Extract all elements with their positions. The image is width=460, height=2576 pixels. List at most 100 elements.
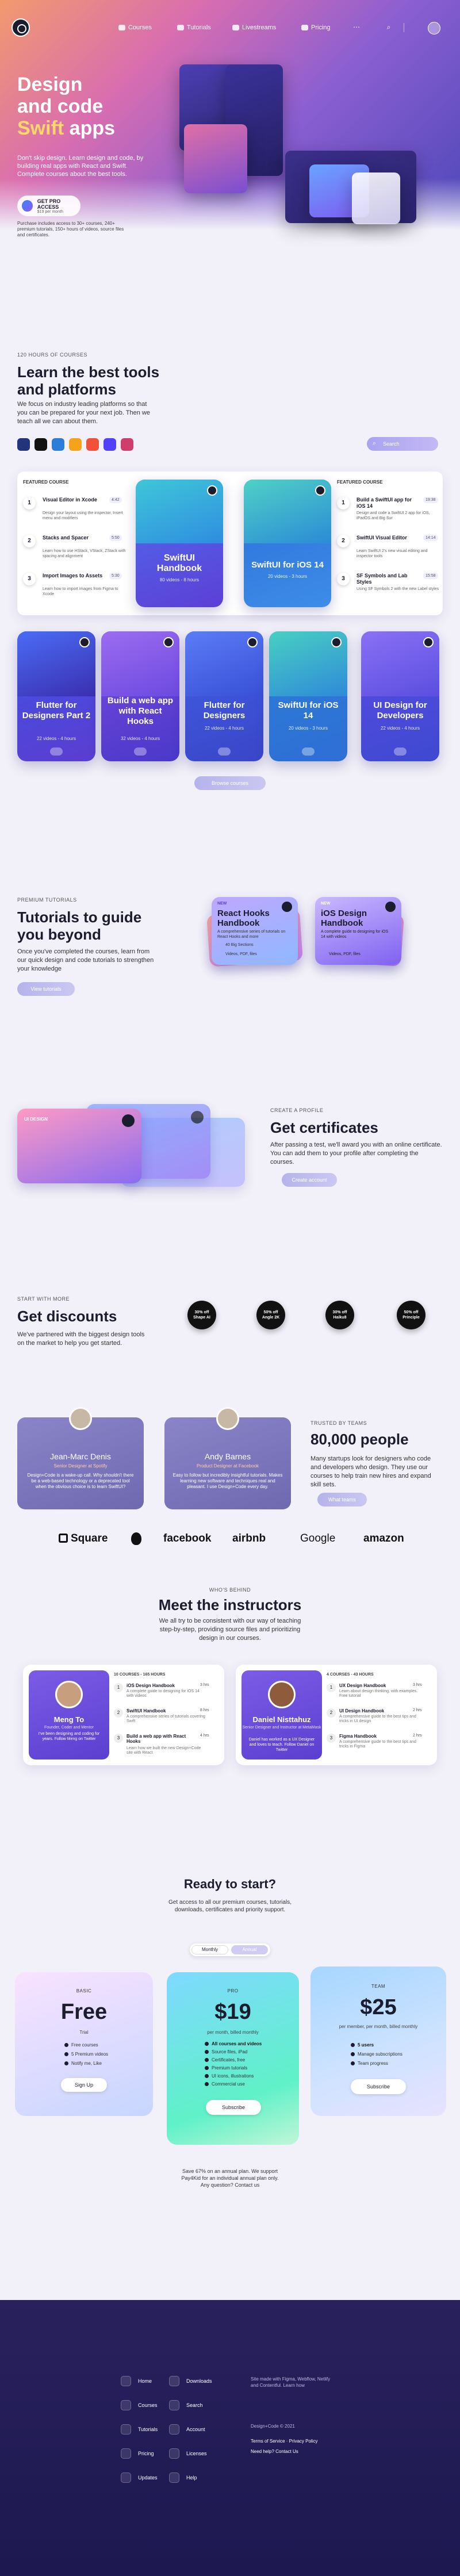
licenses-icon: [169, 2448, 179, 2459]
what-teams-button[interactable]: What teams: [317, 1493, 367, 1506]
tutorial-card-react-hooks[interactable]: NEW React Hooks Handbook A comprehensive…: [212, 897, 298, 965]
pricing-title: Ready to start?: [183, 1877, 277, 1891]
check-icon: [64, 2043, 68, 2047]
view-tutorials-button[interactable]: View tutorials: [17, 982, 75, 996]
discount-badge[interactable]: 50% off Angle 2K: [256, 1301, 285, 1329]
course-card-swiftui-ios14-b[interactable]: SwiftUI for iOS 14 20 videos - 3 hours: [269, 631, 347, 761]
courses-icon: [118, 25, 125, 30]
browse-courses-button[interactable]: Browse courses: [194, 776, 266, 790]
course-card-swiftui-ios14[interactable]: SwiftUI for iOS 14 20 videos - 3 hours: [244, 480, 331, 607]
create-account-button[interactable]: Create account: [282, 1173, 337, 1187]
instructors-description: We all try to be consistent with our way…: [159, 1617, 301, 1642]
square-logo-icon: [59, 1534, 68, 1543]
course-card-swiftui-handbook[interactable]: SwiftUI Handbook 80 videos - 8 hours: [136, 480, 223, 607]
brand-amazon: amazon: [363, 1532, 404, 1544]
course-card-flutter-part2[interactable]: Flutter for Designers Part 2 22 videos -…: [17, 631, 95, 761]
account-icon[interactable]: [428, 22, 440, 34]
footer-link-courses[interactable]: Courses: [121, 2400, 158, 2410]
home-icon: [121, 2376, 131, 2386]
check-icon: [205, 2058, 209, 2062]
play-icon: [302, 747, 315, 756]
brand-square: Square: [59, 1532, 108, 1545]
xd-icon[interactable]: [121, 438, 133, 451]
tutorial-card-ios-design[interactable]: NEW iOS Design Handbook A complete guide…: [315, 897, 401, 965]
courses-description: We focus on industry leading platforms s…: [17, 401, 150, 425]
tutorials-kicker: PREMIUM TUTORIALS: [17, 897, 77, 903]
subscribe-button[interactable]: Subscribe: [206, 2100, 261, 2115]
discount-badge[interactable]: 30% off Haiku8: [325, 1301, 354, 1329]
check-icon: [351, 2043, 355, 2047]
swift-icon[interactable]: [86, 438, 99, 451]
instructor-card[interactable]: Daniel Nisttahuz Senior Designer and Ins…: [241, 1670, 322, 1759]
footer-link-search[interactable]: Search: [169, 2400, 203, 2410]
footer-link-downloads[interactable]: Downloads: [169, 2376, 212, 2386]
featured-panel: FEATURED COURSE FEATURED COURSE 1 Visual…: [17, 471, 443, 615]
discount-badge[interactable]: 50% off Principle: [397, 1301, 425, 1329]
top-navigation: Courses Tutorials Livestreams Pricing ⋯ …: [0, 18, 460, 39]
flutter-icon[interactable]: [52, 438, 64, 451]
footer-link-account[interactable]: Account: [169, 2424, 205, 2435]
billing-toggle[interactable]: Monthly Annual: [190, 1943, 270, 1956]
flutter-badge-icon: [79, 637, 90, 647]
nav-item-pricing[interactable]: Pricing: [301, 24, 331, 31]
trusted-kicker: TRUSTED BY TEAMS: [310, 1420, 367, 1426]
check-icon: [205, 2042, 209, 2046]
footer-link-updates[interactable]: Updates: [121, 2472, 158, 2483]
course-card-react-hooks[interactable]: Build a web app with React Hooks 32 vide…: [101, 631, 179, 761]
footer-link-home[interactable]: Home: [121, 2376, 152, 2386]
hero-title: Design and code Swift apps: [17, 74, 116, 139]
instructor-card[interactable]: Meng To Founder, Coder and Mentor I've b…: [29, 1670, 109, 1759]
courses-search-input[interactable]: ⌕ Search: [367, 437, 438, 451]
play-icon: [394, 747, 407, 756]
react-icon[interactable]: [17, 438, 30, 451]
figma-icon[interactable]: [34, 438, 47, 451]
search-icon[interactable]: ⌕: [384, 23, 393, 32]
footer-link-help[interactable]: Help: [169, 2472, 197, 2483]
discount-badge[interactable]: 30% off Shape AI: [187, 1301, 216, 1329]
logo-icon[interactable]: [12, 18, 30, 37]
check-icon: [351, 2061, 355, 2065]
brand-airbnb: airbnb: [232, 1532, 266, 1544]
instructors-title: Meet the instructors: [158, 1596, 302, 1613]
nav-item-courses[interactable]: Courses: [118, 24, 152, 31]
courses-kicker: 120 HOURS OF COURSES: [17, 352, 88, 358]
webflow-icon[interactable]: [103, 438, 116, 451]
downloads-icon: [169, 2376, 179, 2386]
avatar: [69, 1407, 92, 1430]
footer-legal-links[interactable]: Terms of Service · Privacy Policy: [251, 2438, 317, 2444]
sign-up-button[interactable]: Sign Up: [61, 2078, 107, 2092]
check-icon: [205, 2066, 209, 2070]
brand-google: Google: [300, 1532, 336, 1544]
plan-card-pro: PRO $19 per month, billed monthly All co…: [167, 1972, 299, 2145]
avatar: [216, 1407, 239, 1430]
subscribe-button[interactable]: Subscribe: [351, 2079, 406, 2094]
get-pro-access-button[interactable]: GET PRO ACCESS $19 per month: [17, 195, 80, 216]
sketch-icon[interactable]: [69, 438, 82, 451]
certificate-card-front[interactable]: UI DESIGN: [17, 1109, 141, 1183]
nav-item-livestreams[interactable]: Livestreams: [232, 24, 276, 31]
swift-badge-icon: [315, 485, 325, 496]
brand-facebook: facebook: [163, 1532, 212, 1544]
avatar: [55, 1681, 83, 1708]
figma-badge-icon: [423, 637, 434, 647]
courses-icon: [121, 2400, 131, 2410]
instructors-kicker: WHO'S BEHIND: [209, 1587, 251, 1593]
discounts-kicker: START WITH MORE: [17, 1296, 70, 1302]
course-card-flutter[interactable]: Flutter for Designers 22 videos - 4 hour…: [185, 631, 263, 761]
nav-item-tutorials[interactable]: Tutorials: [177, 24, 211, 31]
toggle-monthly[interactable]: Monthly: [191, 1945, 228, 1954]
more-icon[interactable]: ⋯: [352, 23, 361, 32]
footer-link-pricing[interactable]: Pricing: [121, 2448, 154, 2459]
plan-card-basic: BASIC Free Trial Free courses 5 Premium …: [15, 1972, 153, 2116]
check-icon: [205, 2074, 209, 2078]
certificates-description: After passing a test, we'll award you wi…: [270, 1141, 442, 1166]
testimonial-card: Andy Barnes Product Designer at Facebook…: [164, 1407, 291, 1509]
check-icon: [205, 2050, 209, 2054]
footer-link-licenses[interactable]: Licenses: [169, 2448, 207, 2459]
footer-link-tutorials[interactable]: Tutorials: [121, 2424, 158, 2435]
course-card-ui-design[interactable]: UI Design for Developers 22 videos - 4 h…: [361, 631, 439, 761]
figma-badge-icon: [122, 1114, 135, 1127]
tutorials-title: Tutorials to guide you beyond: [17, 908, 142, 943]
footer-contact-link[interactable]: Need help? Contact Us: [251, 2448, 298, 2455]
toggle-annual[interactable]: Annual: [231, 1945, 268, 1954]
